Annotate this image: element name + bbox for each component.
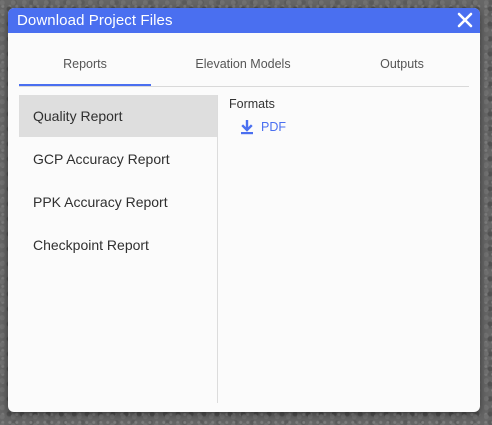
pdf-download-link[interactable]: PDF <box>240 119 286 135</box>
pdf-label: PDF <box>261 120 286 134</box>
tab-bar: Reports Elevation Models Outputs <box>19 51 469 87</box>
sidebar-item-ppk-accuracy-report[interactable]: PPK Accuracy Report <box>19 181 217 223</box>
tab-reports[interactable]: Reports <box>19 51 151 86</box>
close-icon <box>457 12 473 28</box>
tab-elevation-models[interactable]: Elevation Models <box>169 51 317 85</box>
dialog-titlebar: Download Project Files <box>8 8 480 33</box>
formats-heading: Formats <box>229 97 275 111</box>
download-dialog: Download Project Files Reports Elevation… <box>8 8 480 412</box>
sidebar-item-checkpoint-report[interactable]: Checkpoint Report <box>19 224 217 266</box>
dialog-title: Download Project Files <box>17 12 173 29</box>
report-list: Quality Report GCP Accuracy Report PPK A… <box>19 95 218 403</box>
close-button[interactable] <box>456 11 474 29</box>
report-formats-panel: Formats PDF <box>229 96 286 135</box>
tab-outputs[interactable]: Outputs <box>337 51 467 85</box>
sidebar-item-gcp-accuracy-report[interactable]: GCP Accuracy Report <box>19 138 217 180</box>
download-icon <box>241 120 253 135</box>
sidebar-item-quality-report[interactable]: Quality Report <box>19 95 217 137</box>
